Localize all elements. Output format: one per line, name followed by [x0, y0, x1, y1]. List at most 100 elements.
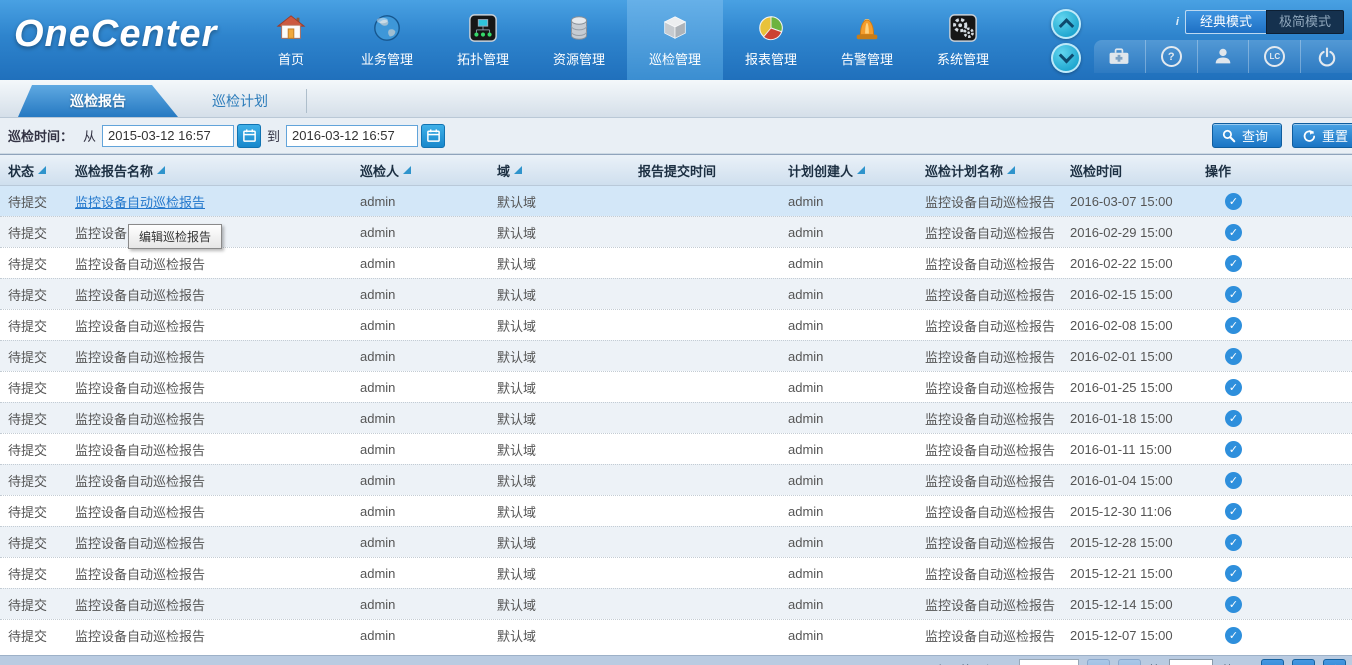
cell-report-name: 监控设备自动巡检报告	[67, 502, 352, 521]
table-row[interactable]: 待提交监控设备自动巡检报告admin默认域admin监控设备自动巡检报告2016…	[0, 309, 1352, 340]
nav-item-topology[interactable]: 拓扑管理	[435, 0, 531, 80]
power-button[interactable]	[1300, 40, 1352, 73]
table-row[interactable]: 待提交监控设备自动巡检报告admin默认域admin监控设备自动巡检报告2016…	[0, 433, 1352, 464]
cell-plan-creator: admin	[780, 287, 917, 302]
submit-report-button[interactable]: ✓	[1225, 472, 1242, 489]
filter-to-label: 到	[267, 126, 280, 145]
column-header-1[interactable]: 巡检报告名称	[67, 155, 352, 185]
submit-report-button[interactable]: ✓	[1225, 224, 1242, 241]
table-row[interactable]: 待提交监控设备自动巡检报告admin默认域admin监控设备自动巡检报告2015…	[0, 557, 1352, 588]
table-row[interactable]: 待提交监控设备自动巡检报告admin默认域admin监控设备自动巡检报告2015…	[0, 619, 1352, 650]
scroll-down-button[interactable]	[1051, 43, 1081, 73]
cell-operation: ✓	[1197, 286, 1352, 303]
submit-report-button[interactable]: ✓	[1225, 441, 1242, 458]
nav-item-report[interactable]: 报表管理	[723, 0, 819, 80]
nav-item-alarm[interactable]: 告警管理	[819, 0, 915, 80]
cell-inspector: admin	[352, 194, 489, 209]
from-date-input[interactable]	[102, 125, 234, 147]
report-name[interactable]: 监控设备自动巡检报告	[75, 626, 205, 645]
column-label: 计划创建人	[788, 161, 853, 180]
submit-report-button[interactable]: ✓	[1225, 596, 1242, 613]
nav-item-system[interactable]: 系统管理	[915, 0, 1011, 80]
submit-report-button[interactable]: ✓	[1225, 348, 1242, 365]
table-row[interactable]: 待提交监控设备自动巡检报告admin默认域admin监控设备自动巡检报告2015…	[0, 588, 1352, 619]
table-row[interactable]: 待提交监控设备自动巡检报告admin默认域admin监控设备自动巡检报告2016…	[0, 247, 1352, 278]
column-header-2[interactable]: 巡检人	[352, 155, 489, 185]
nav-item-business[interactable]: 业务管理	[339, 0, 435, 80]
scroll-up-button[interactable]	[1051, 9, 1081, 39]
table-row[interactable]: 待提交监控设备自动巡检报告admin默认域admin监控设备自动巡检报告2015…	[0, 495, 1352, 526]
column-header-7: 巡检时间	[1062, 155, 1197, 185]
tab-inspection-plan[interactable]: 巡检计划	[190, 85, 290, 117]
report-name[interactable]: 监控设备自动巡检报告	[75, 316, 205, 335]
submit-report-button[interactable]: ✓	[1225, 255, 1242, 272]
help-button[interactable]: ?	[1145, 40, 1197, 73]
table-row[interactable]: 待提交监控设备自动巡检报告admin默认域admin监控设备自动巡检报告2016…	[0, 340, 1352, 371]
cell-operation: ✓	[1197, 317, 1352, 334]
cell-inspector: admin	[352, 411, 489, 426]
table-row[interactable]: 待提交监控设备自动巡检报告admin默认域admin监控设备自动巡检报告2016…	[0, 186, 1352, 216]
report-name[interactable]: 监控设备自动巡检报告	[75, 347, 205, 366]
report-name[interactable]: 监控设备自动巡检报告	[75, 564, 205, 583]
submit-report-button[interactable]: ✓	[1225, 193, 1242, 210]
table-row[interactable]: 待提交监控设备自动巡检报告admin默认域admin监控设备自动巡检报告2016…	[0, 464, 1352, 495]
submit-report-button[interactable]: ✓	[1225, 627, 1242, 644]
tab-inspection-report[interactable]: 巡检报告	[18, 85, 178, 117]
table-row[interactable]: 待提交监控设备自动巡检报告admin默认域admin监控设备自动巡检报告2016…	[0, 371, 1352, 402]
submit-report-button[interactable]: ✓	[1225, 565, 1242, 582]
column-label: 巡检时间	[1070, 161, 1122, 180]
prev-page-button[interactable]: ◀	[1118, 659, 1141, 665]
column-label: 巡检报告名称	[75, 161, 153, 180]
record-summary: 显示1到15,共28记录	[897, 660, 1010, 665]
submit-report-button[interactable]: ✓	[1225, 534, 1242, 551]
first-page-button[interactable]: ◀	[1087, 659, 1110, 665]
last-page-button[interactable]: ▶	[1292, 659, 1315, 665]
from-calendar-button[interactable]	[237, 124, 261, 148]
user-button[interactable]	[1197, 40, 1249, 73]
submit-report-button[interactable]: ✓	[1225, 286, 1242, 303]
submit-report-button[interactable]: ✓	[1225, 503, 1242, 520]
cell-operation: ✓	[1197, 534, 1352, 551]
nav-item-inspection[interactable]: 巡检管理	[627, 0, 723, 80]
refresh-button[interactable]	[1323, 659, 1346, 665]
nav-item-home[interactable]: 首页	[243, 0, 339, 80]
mode-classic-button[interactable]: 经典模式	[1185, 10, 1266, 34]
cell-inspection-time: 2016-01-18 15:00	[1062, 411, 1197, 426]
report-name[interactable]: 监控设备自动巡检报告	[75, 409, 205, 428]
report-name[interactable]: 监控设备自动巡检报告	[75, 285, 205, 304]
next-page-button[interactable]: ▶	[1261, 659, 1284, 665]
column-header-6[interactable]: 巡检计划名称	[917, 155, 1062, 185]
report-name[interactable]: 监控设备自动巡检报告	[75, 378, 205, 397]
submit-report-button[interactable]: ✓	[1225, 317, 1242, 334]
report-name[interactable]: 监控设备自动巡检报告	[75, 502, 205, 521]
column-header-5[interactable]: 计划创建人	[780, 155, 917, 185]
toolkit-button[interactable]	[1094, 40, 1145, 73]
nav-item-resource[interactable]: 资源管理	[531, 0, 627, 80]
report-name[interactable]: 监控设备自动巡检报告	[75, 595, 205, 614]
page-size-select[interactable]: 15 ▼	[1019, 659, 1079, 665]
report-name[interactable]: 监控设备自动巡检报告	[75, 471, 205, 490]
table-row[interactable]: 待提交监控设备自动巡检报告admin默认域admin监控设备自动巡检报告2016…	[0, 402, 1352, 433]
report-link[interactable]: 监控设备自动巡检报告	[75, 192, 205, 211]
cell-domain: 默认域	[489, 223, 630, 242]
submit-report-button[interactable]: ✓	[1225, 410, 1242, 427]
report-name[interactable]: 监控设备自动巡检报告	[75, 533, 205, 552]
reset-button[interactable]: 重置	[1292, 123, 1352, 148]
cell-operation: ✓	[1197, 441, 1352, 458]
table-row[interactable]: 待提交监控设备自动巡检报告admin默认域admin监控设备自动巡检报告2015…	[0, 526, 1352, 557]
cell-report-name: 监控设备自动巡检报告	[67, 471, 352, 490]
query-button[interactable]: 查询	[1212, 123, 1282, 148]
cell-operation: ✓	[1197, 410, 1352, 427]
table-row[interactable]: 待提交监控设备自动巡检报告admin默认域admin监控设备自动巡检报告2016…	[0, 278, 1352, 309]
column-header-3[interactable]: 域	[489, 155, 630, 185]
license-button[interactable]: LC	[1248, 40, 1300, 73]
to-calendar-button[interactable]	[421, 124, 445, 148]
submit-report-button[interactable]: ✓	[1225, 379, 1242, 396]
report-name[interactable]: 监控设备自动巡检报告	[75, 440, 205, 459]
page-number-input[interactable]	[1169, 659, 1213, 665]
report-name[interactable]: 监控设备自动巡检报告	[75, 254, 205, 273]
column-header-0[interactable]: 状态	[0, 155, 67, 185]
mode-minimal-button[interactable]: 极简模式	[1266, 10, 1344, 34]
nav-item-label: 资源管理	[553, 49, 605, 68]
to-date-input[interactable]	[286, 125, 418, 147]
